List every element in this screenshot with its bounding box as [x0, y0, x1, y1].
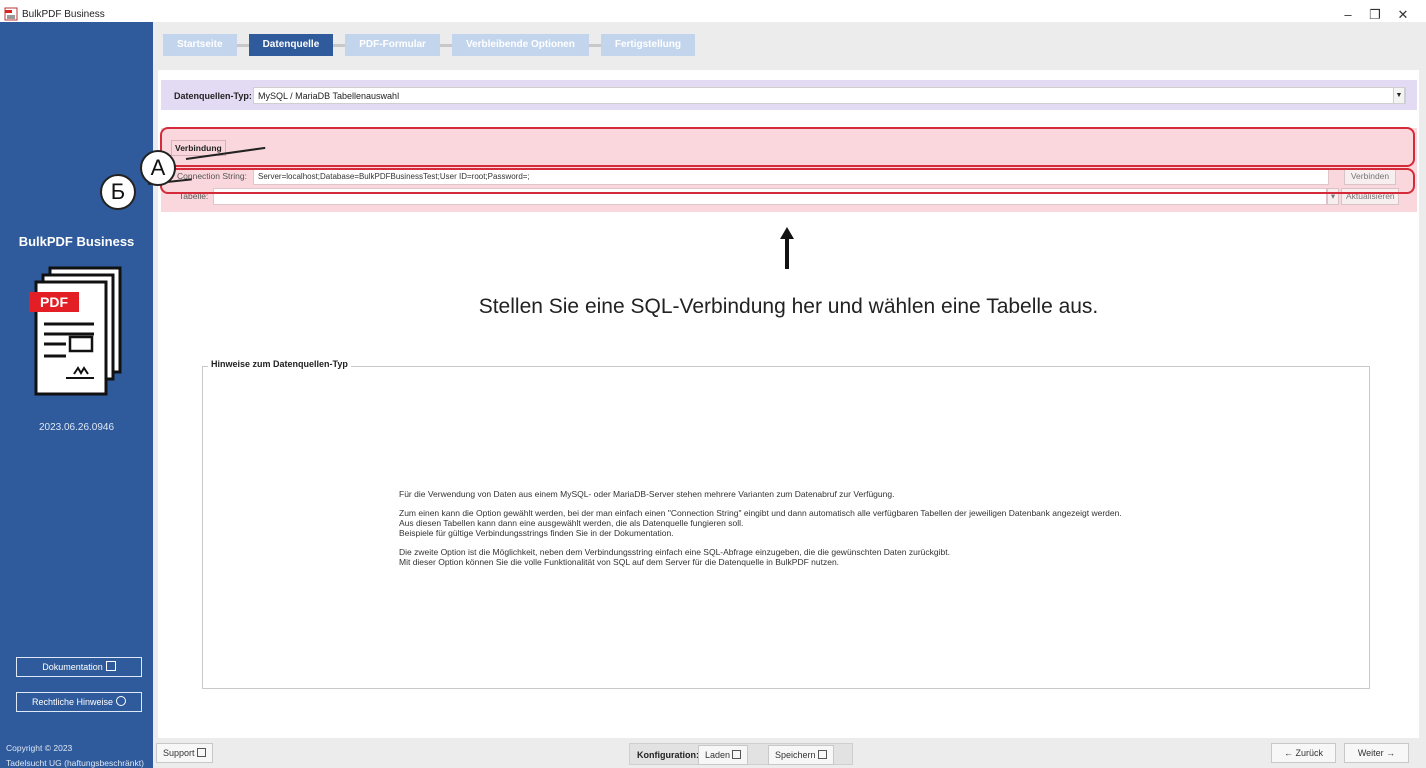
law-icon: [116, 696, 127, 706]
step-separator: [236, 43, 249, 47]
book-icon: [105, 661, 116, 671]
logo-text: PDF: [40, 294, 68, 310]
back-button[interactable]: ← Zurück: [1271, 743, 1336, 763]
chevron-down-icon[interactable]: ▼: [1393, 87, 1405, 104]
step-separator: [333, 43, 346, 47]
wizard-steps: Startseite Datenquelle PDF-Formular Verb…: [163, 34, 695, 56]
up-arrow-icon: [780, 227, 794, 269]
hints-text: Für die Verwendung von Daten aus einem M…: [399, 489, 1122, 576]
documentation-button[interactable]: Dokumentation: [16, 657, 142, 677]
version-label: 2023.06.26.0946: [38, 422, 115, 433]
support-label: Support: [163, 748, 195, 758]
legal-notes-label: Rechtliche Hinweise: [31, 697, 114, 707]
datasource-type-label: Datenquellen-Typ:: [174, 91, 252, 101]
step-fertigstellung[interactable]: Fertigstellung: [600, 34, 695, 56]
legal-notes-button[interactable]: Rechtliche Hinweise: [16, 692, 142, 712]
pdf-stack-logo: PDF: [29, 266, 122, 396]
save-button[interactable]: Speichern: [768, 745, 834, 765]
hint-line: Für die Verwendung von Daten aus einem M…: [399, 489, 895, 499]
copyright: Copyright © 2023 Tadelsucht UG (haftungs…: [6, 741, 144, 768]
headline: Stellen Sie eine SQL-Verbindung her und …: [478, 295, 1099, 318]
highlight-connection: [160, 127, 1415, 167]
hint-line: Zum einen kann die Option gewählt werden…: [399, 508, 1122, 518]
step-startseite[interactable]: Startseite: [163, 34, 237, 56]
hints-groupbox: Hinweise zum Datenquellen-Typ Für die Ve…: [202, 359, 1370, 689]
content-panel: Datenquellen-Typ: MySQL / MariaDB Tabell…: [158, 70, 1419, 738]
company-line: Tadelsucht UG (haftungsbeschränkt): [6, 758, 144, 768]
hint-line: Die zweite Option ist die Möglichkeit, n…: [399, 547, 950, 557]
step-separator: [588, 43, 601, 47]
app-icon: [4, 7, 18, 21]
mail-icon: [196, 748, 206, 757]
copyright-line: Copyright © 2023: [6, 743, 73, 753]
hint-line: Beispiele für gültige Verbindungsstrings…: [399, 528, 674, 538]
save-icon: [817, 750, 827, 759]
sidebar-brand: BulkPDF Business: [18, 234, 135, 249]
window-title: BulkPDF Business: [22, 9, 105, 20]
load-button[interactable]: Laden: [698, 745, 749, 765]
load-icon: [732, 750, 742, 759]
step-pdf-formular[interactable]: PDF-Formular: [345, 34, 440, 56]
hint-line: Mit dieser Option können Sie die volle F…: [399, 557, 840, 567]
step-verbleibende-optionen[interactable]: Verbleibende Optionen: [451, 34, 589, 56]
configuration-label: Konfiguration:: [637, 750, 699, 760]
highlight-table: [160, 168, 1415, 194]
save-label: Speichern: [775, 750, 816, 760]
step-datenquelle[interactable]: Datenquelle: [248, 34, 334, 56]
callout-b: Б: [100, 174, 136, 210]
hints-legend: Hinweise zum Datenquellen-Typ: [208, 359, 351, 369]
configuration-group: Konfiguration: Laden Speichern: [629, 743, 853, 765]
step-separator: [439, 43, 452, 47]
hint-line: Aus diesen Tabellen kann dann eine ausge…: [399, 518, 744, 528]
datasource-type-row: Datenquellen-Typ: MySQL / MariaDB Tabell…: [161, 80, 1417, 110]
callout-a: A: [140, 150, 176, 186]
sidebar: BulkPDF Business PDF 2023.06.26.0946 Dok…: [0, 22, 153, 768]
datasource-type-select[interactable]: MySQL / MariaDB Tabellenauswahl: [253, 87, 1406, 104]
next-button[interactable]: Weiter →: [1344, 743, 1409, 763]
documentation-label: Dokumentation: [42, 662, 103, 672]
footer-bar: Support Konfiguration: Laden Speichern ←…: [153, 738, 1426, 768]
support-button[interactable]: Support: [156, 743, 213, 763]
main-area: Startseite Datenquelle PDF-Formular Verb…: [153, 22, 1426, 768]
load-label: Laden: [705, 750, 731, 760]
